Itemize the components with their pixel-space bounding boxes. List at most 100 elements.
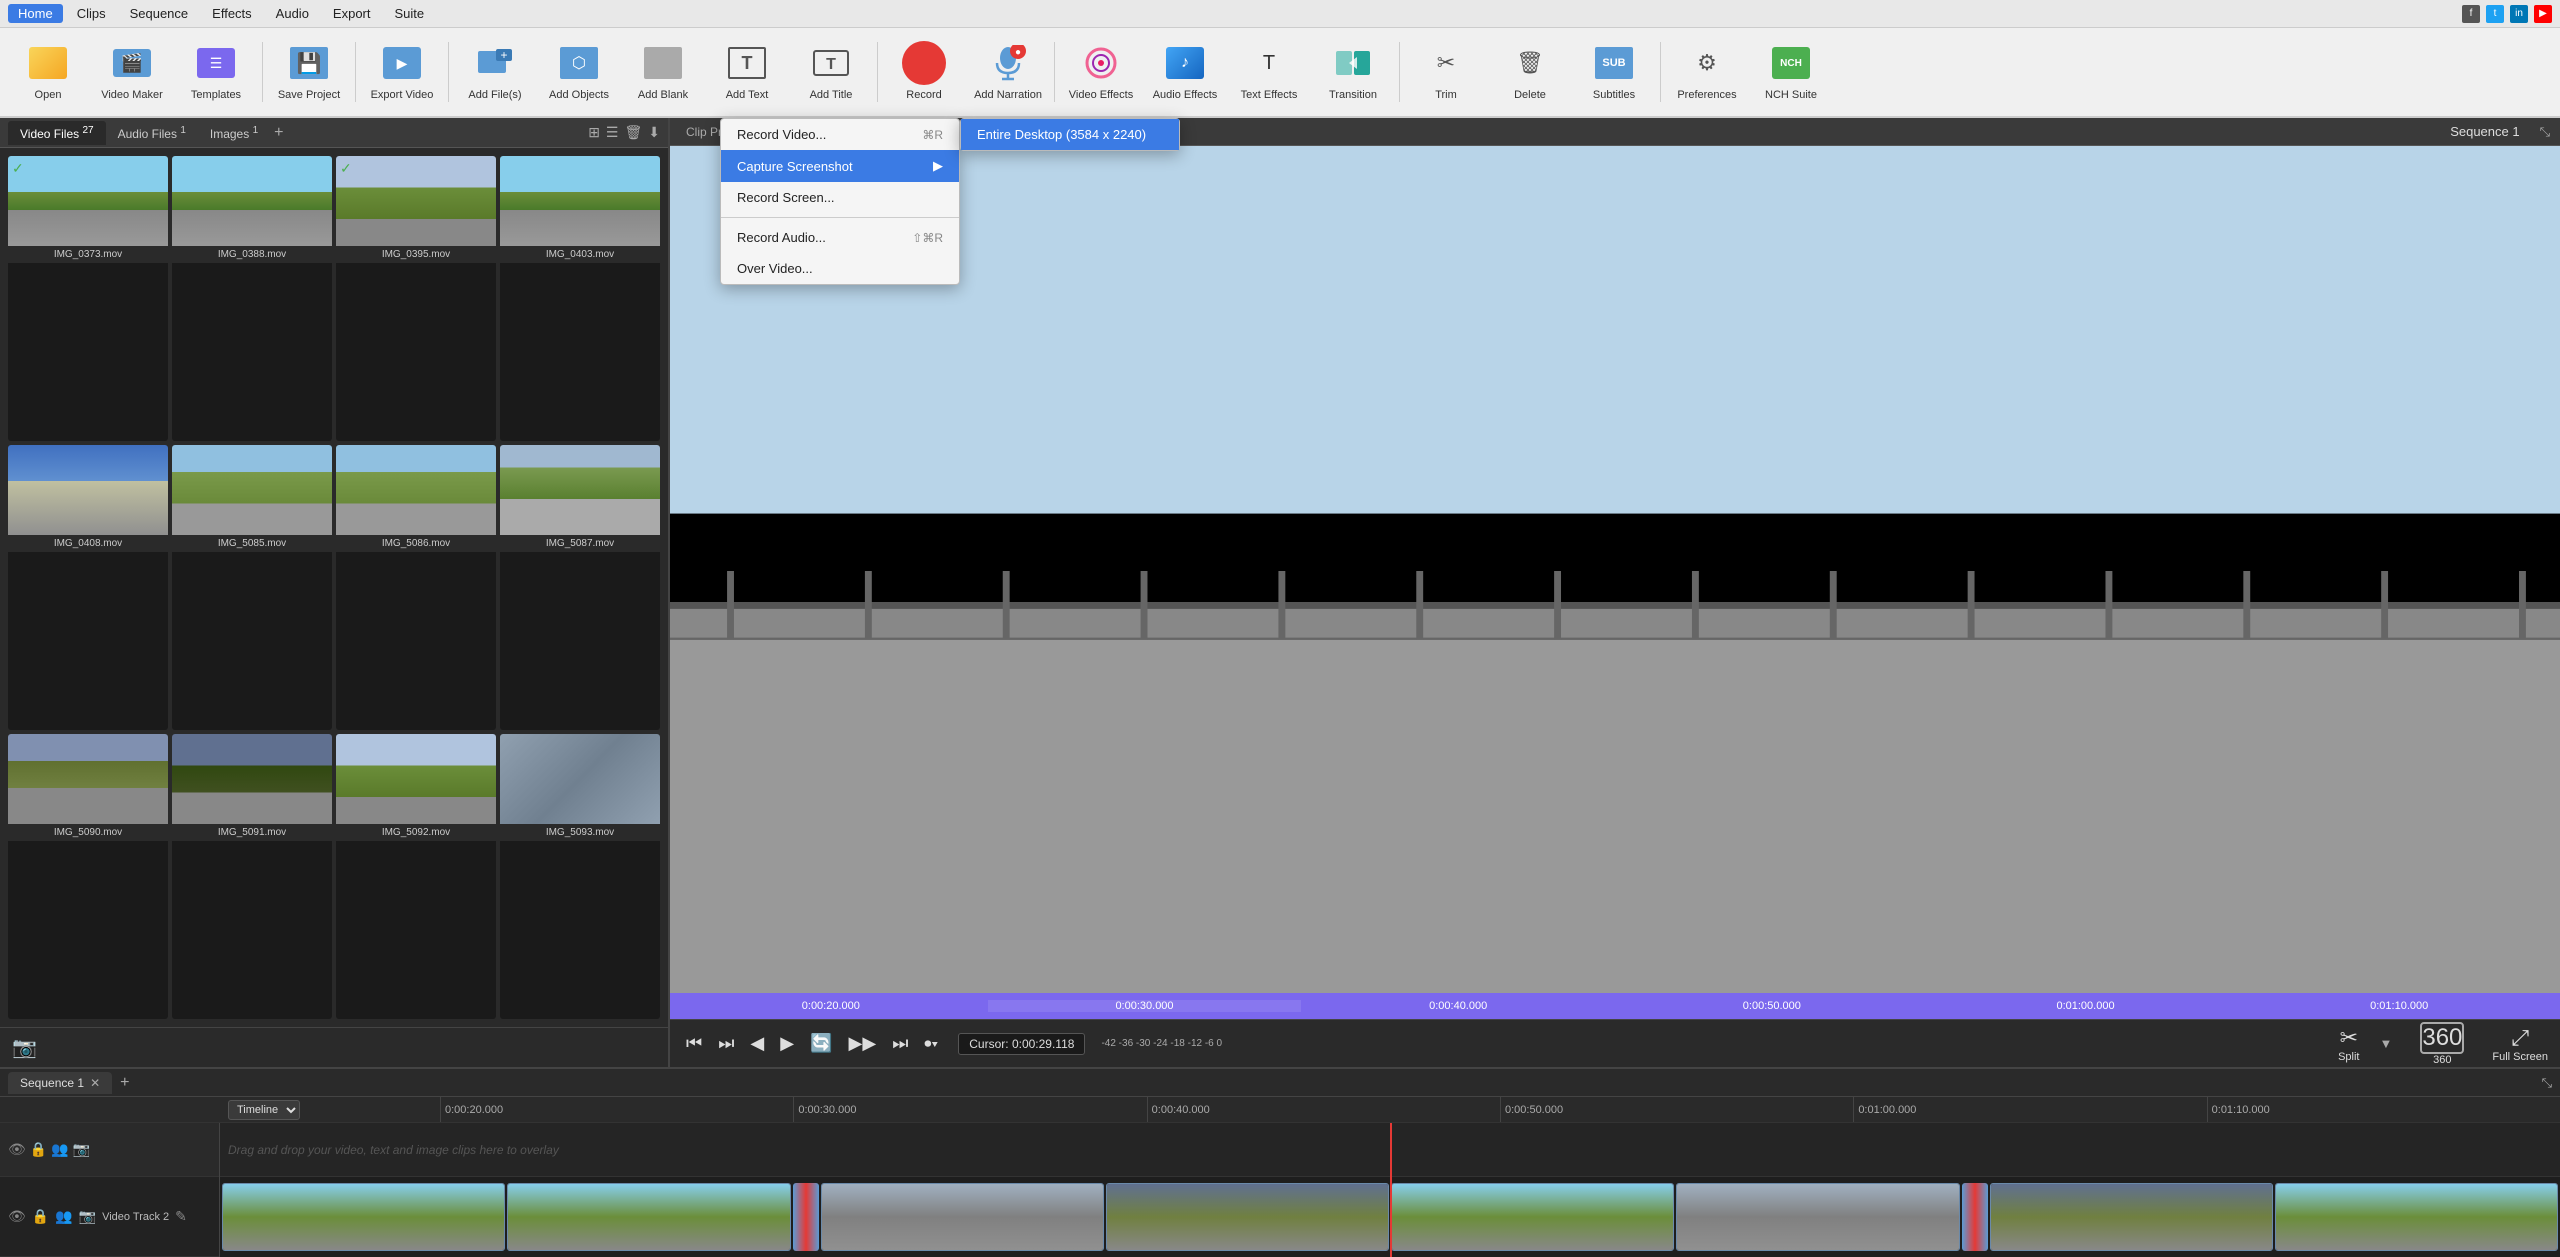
media-item-3[interactable]: ✓ IMG_0395.mov [336,156,496,441]
media-item-11[interactable]: IMG_5092.mov [336,734,496,1019]
menu-home[interactable]: Home [8,4,63,23]
over-video-item[interactable]: Over Video... [721,253,959,284]
cursor-display: Cursor: 0:00:29.118 [958,1033,1085,1055]
svg-text:●: ● [1015,47,1021,58]
track-clip-2[interactable] [507,1183,790,1251]
group-main-icon[interactable]: 👥 [55,1208,72,1225]
delete-button[interactable]: 🗑 Delete [1490,33,1570,111]
media-label: IMG_5090.mov [8,824,168,841]
media-item-5[interactable]: IMG_0408.mov [8,445,168,730]
lock-icon[interactable]: 🔒 [30,1141,47,1158]
transition-button[interactable]: Transition [1313,33,1393,111]
menu-effects[interactable]: Effects [202,4,262,23]
addobjects-button[interactable]: ⬡ Add Objects [539,33,619,111]
prev-frame-button[interactable]: ◀ [746,1029,768,1058]
media-item-1[interactable]: ✓ IMG_0373.mov [8,156,168,441]
social-icon-3[interactable]: in [2510,5,2528,23]
edit-track-icon[interactable]: ✎ [175,1208,187,1225]
play-button[interactable]: ▶ [776,1029,798,1058]
addblank-button[interactable]: Add Blank [623,33,703,111]
split-button[interactable]: ✂ Split [2338,1025,2359,1063]
list-view-icon[interactable]: ☰ [606,124,619,141]
record-audio-item[interactable]: Record Audio... ⇧⌘R [721,222,959,253]
eye-icon[interactable]: 👁 [8,1141,26,1158]
tab-video-files[interactable]: Video Files 27 [8,121,106,145]
cut-transition-2[interactable] [1962,1183,1988,1251]
record-button[interactable]: Record [884,33,964,111]
track-clip-4[interactable] [1106,1183,1389,1251]
expand-preview-icon[interactable]: ⤡ [2540,124,2560,140]
add-sequence-button[interactable]: + [116,1074,133,1092]
videoeffects-button[interactable]: Video Effects [1061,33,1141,111]
fullscreen-button[interactable]: ⤢ Full Screen [2492,1025,2548,1063]
social-icon-2[interactable]: t [2486,5,2504,23]
social-icon-1[interactable]: f [2462,5,2480,23]
addfiles-button[interactable]: + Add File(s) [455,33,535,111]
camera-track-icon[interactable]: 📷 [73,1141,90,1158]
track-clip-5[interactable] [1391,1183,1674,1251]
down-arrow-icon[interactable]: ▼ [2379,1036,2392,1051]
media-item-6[interactable]: IMG_5085.mov [172,445,332,730]
menu-clips[interactable]: Clips [67,4,116,23]
media-item-10[interactable]: IMG_5091.mov [172,734,332,1019]
track-clip-7[interactable] [1990,1183,2273,1251]
menu-suite[interactable]: Suite [385,4,435,23]
addtitle-button[interactable]: T Add Title [791,33,871,111]
templates-button[interactable]: ☰ Templates [176,33,256,111]
lock-main-icon[interactable]: 🔒 [32,1208,49,1225]
capture-screenshot-item[interactable]: Capture Screenshot ▶ [721,150,959,182]
tab-audio-files[interactable]: Audio Files 1 [106,121,198,145]
media-item-8[interactable]: IMG_5087.mov [500,445,660,730]
eye-main-icon[interactable]: 👁 [8,1208,26,1225]
addnarration-button[interactable]: ● Add Narration [968,33,1048,111]
grid-view-icon[interactable]: ⊞ [588,124,600,141]
menu-export[interactable]: Export [323,4,381,23]
trim-button[interactable]: ✂ Trim [1406,33,1486,111]
camera-main-icon[interactable]: 📷 [79,1208,96,1225]
track-clip-1[interactable] [222,1183,505,1251]
track-clip-6[interactable] [1676,1183,1959,1251]
track-clip-8[interactable] [2275,1183,2558,1251]
tab-images[interactable]: Images 1 [198,121,270,145]
import-icon[interactable]: ⬇ [648,124,660,141]
playback-options-button[interactable]: ⏺▾ [920,1031,942,1056]
360-button[interactable]: 360 360 [2420,1022,2464,1066]
entire-desktop-item[interactable]: Entire Desktop (3584 x 2240) [961,119,1179,150]
media-item-12[interactable]: IMG_5093.mov [500,734,660,1019]
media-item-4[interactable]: IMG_0403.mov [500,156,660,441]
preferences-button[interactable]: ⚙ Preferences [1667,33,1747,111]
open-button[interactable]: Open [8,33,88,111]
subtitles-button[interactable]: SUB Subtitles [1574,33,1654,111]
camera-add-icon[interactable]: 📷 [12,1035,37,1060]
timeline-expand-icon[interactable]: ⤡ [2542,1075,2552,1091]
next-frame-button[interactable]: ▶▶ [845,1029,881,1058]
sequence-tab-1[interactable]: Sequence 1 ✕ [8,1072,112,1094]
toolbar-sep-3 [448,42,449,102]
loop-button[interactable]: 🔄 [806,1029,836,1058]
saveproject-button[interactable]: 💾 Save Project [269,33,349,111]
seq-tab-close[interactable]: ✕ [90,1076,100,1090]
track-clip-3[interactable] [821,1183,1104,1251]
addtext-button[interactable]: T Add Text [707,33,787,111]
nchsuite-button[interactable]: NCH NCH Suite [1751,33,1831,111]
exportvideo-button[interactable]: ▶ Export Video [362,33,442,111]
step-back-button[interactable]: ⏭ [714,1029,738,1058]
social-icon-4[interactable]: ▶ [2534,5,2552,23]
trash-icon[interactable]: 🗑 [624,124,642,141]
go-end-button[interactable]: ⏭ [888,1029,912,1058]
texteffects-button[interactable]: T Text Effects [1229,33,1309,111]
group-icon[interactable]: 👥 [51,1141,68,1158]
cut-transition[interactable] [793,1183,819,1251]
media-item-2[interactable]: IMG_0388.mov [172,156,332,441]
record-screen-item[interactable]: Record Screen... [721,182,959,213]
menu-audio[interactable]: Audio [266,4,319,23]
add-tab-button[interactable]: + [274,124,283,142]
media-item-7[interactable]: IMG_5086.mov [336,445,496,730]
record-video-item[interactable]: Record Video... ⌘R [721,119,959,150]
media-item-9[interactable]: IMG_5090.mov [8,734,168,1019]
audioeffects-button[interactable]: ♪ Audio Effects [1145,33,1225,111]
menu-sequence[interactable]: Sequence [120,4,199,23]
go-start-button[interactable]: ⏮ [682,1029,706,1058]
videomaker-button[interactable]: 🎬 Video Maker [92,33,172,111]
timeline-scale-select[interactable]: Timeline [228,1100,300,1120]
